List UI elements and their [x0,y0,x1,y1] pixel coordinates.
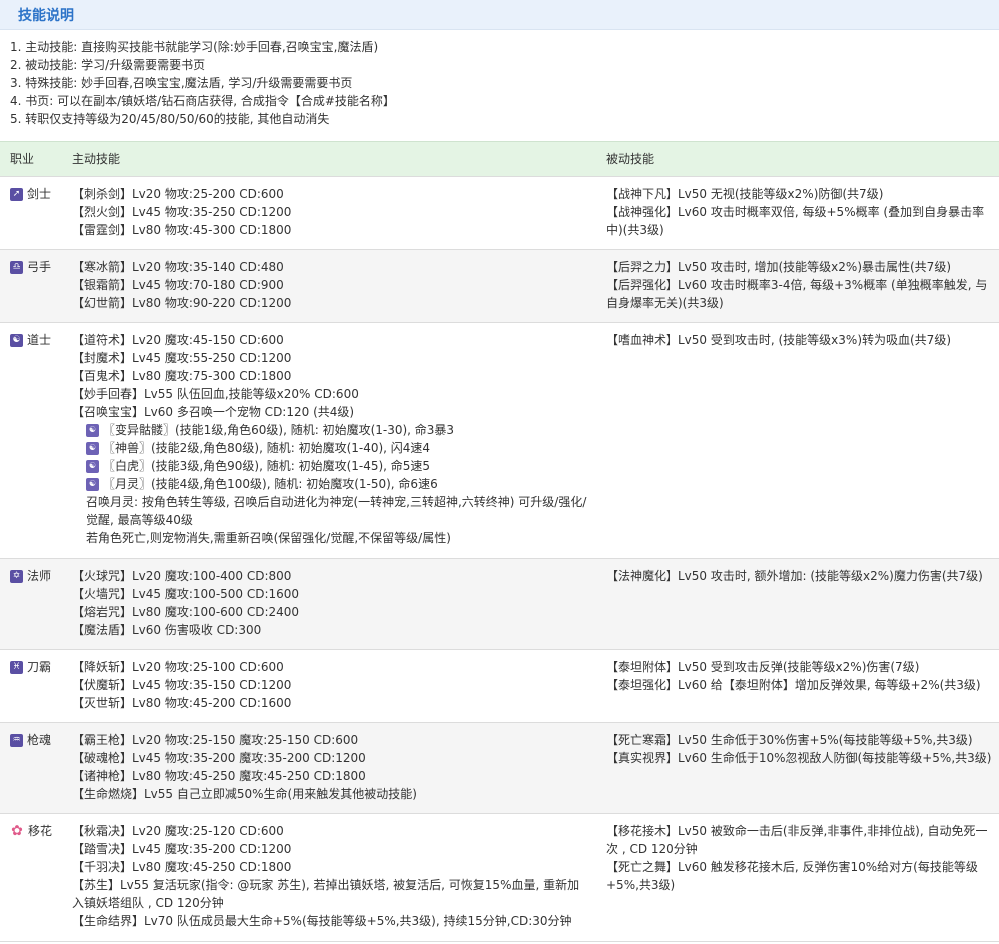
pet-icon: ☯ [86,477,99,491]
active-skill: 【寒冰箭】Lv20 物攻:35-140 CD:480 [72,260,284,274]
table-row: ♓ 刀霸 【降妖斩】Lv20 物攻:25-100 CD:600 【伏魔斩】Lv4… [0,650,999,723]
active-skill: 【百鬼术】Lv80 魔攻:75-300 CD:1800 [72,369,292,383]
job-name: 刀霸 [27,660,52,674]
job-name: 枪魂 [27,733,52,747]
active-skill: 【苏生】Lv55 复活玩家(指令: @玩家 苏生), 若掉出镇妖塔, 被复活后,… [72,878,580,910]
active-skill: 【道符术】Lv20 魔攻:45-150 CD:600 [72,333,284,347]
job-name: 弓手 [27,260,52,274]
job-cell: ✿ 移花 [10,822,52,840]
active-skill: 【妙手回春】Lv55 队伍回血,技能等级x20% CD:600 [72,387,359,401]
table-header: 职业 主动技能 被动技能 [0,141,999,177]
active-skill: 【诸神枪】Lv80 物攻:45-250 魔攻:45-250 CD:1800 [72,769,366,783]
pet-text: 〖神兽〗(技能2级,角色80级), 随机: 初始魔攻(1-40), 闪4速4 [103,441,431,455]
job-name: 法师 [27,569,52,583]
note-item: 2. 被动技能: 学习/升级需要需要书页 [10,58,206,72]
table-row: ✿ 移花 【秋霜决】Lv20 魔攻:25-120 CD:600 【踏雪决】Lv4… [0,814,999,942]
job-cell: ✡ 法师 [10,567,51,585]
passive-skill: 【后羿强化】Lv60 攻击时概率3-4倍, 每级+3%概率 (单独概率触发, 与… [606,278,988,310]
active-skill: 【霸王枪】Lv20 物攻:25-150 魔攻:25-150 CD:600 [72,733,359,747]
bow-icon: ♎ [10,260,23,274]
pet-icon: ☯ [86,459,99,473]
header-passive: 被动技能 [606,152,655,166]
active-skill: 【降妖斩】Lv20 物攻:25-100 CD:600 [72,660,284,674]
active-skill: 【召唤宝宝】Lv60 多召唤一个宠物 CD:120 (共4级) [72,405,355,419]
active-skill: 【熔岩咒】Lv80 魔攻:100-600 CD:2400 [72,605,300,619]
passive-skill: 【后羿之力】Lv50 攻击时, 增加(技能等级x2%)暴击属性(共7级) [606,260,952,274]
pet-text: 〖变异骷髅〗(技能1级,角色60级), 随机: 初始魔攻(1-30), 命3暴3 [103,423,455,437]
job-cell: ➚ 剑士 [10,185,51,203]
pet-icon: ☯ [86,423,99,437]
active-skill: 【秋霜决】Lv20 魔攻:25-120 CD:600 [72,824,284,838]
job-cell: ♓ 刀霸 [10,658,51,676]
active-skill: 【刺杀剑】Lv20 物攻:25-200 CD:600 [72,187,284,201]
job-name: 剑士 [27,187,52,201]
blade-icon: ♓ [10,660,23,674]
note-item: 3. 特殊技能: 妙手回春,召唤宝宝,魔法盾, 学习/升级需要需要书页 [10,76,353,90]
sword-icon: ➚ [10,187,23,201]
pet-text: 〖月灵〗(技能4级,角色100级), 随机: 初始魔攻(1-50), 命6速6 [103,477,438,491]
active-skill: 【雷霆剑】Lv80 物攻:45-300 CD:1800 [72,223,292,237]
job-cell: ♒ 枪魂 [10,731,51,749]
note-item: 5. 转职仅支持等级为20/45/80/50/60的技能, 其他自动消失 [10,112,330,126]
active-skill: 【伏魔斩】Lv45 物攻:35-150 CD:1200 [72,678,292,692]
job-cell: ☯ 道士 [10,331,51,349]
job-cell: ♎ 弓手 [10,258,51,276]
summon-note: 召唤月灵: 按角色转生等级, 召唤后自动进化为神宠(一转神宠,三转超神,六转终神… [86,495,587,527]
passive-skill: 【死亡寒霜】Lv50 生命低于30%伤害+5%(每技能等级+5%,共3级) [606,733,973,747]
passive-skill: 【战神强化】Lv60 攻击时概率双倍, 每级+5%概率 (叠加到自身暴击率中)(… [606,205,985,237]
active-skill: 【火球咒】Lv20 魔攻:100-400 CD:800 [72,569,292,583]
passive-skill: 【真实视界】Lv60 生命低于10%忽视敌人防御(每技能等级+5%,共3级) [606,751,992,765]
active-skill: 【火墙咒】Lv45 魔攻:100-500 CD:1600 [72,587,300,601]
passive-skill: 【移花接木】Lv50 被致命一击后(非反弹,非事件,非排位战), 自动免死一次 … [606,824,988,856]
header-job: 职业 [10,152,35,166]
mage-icon: ✡ [10,569,23,583]
passive-skill: 【战神下凡】Lv50 无视(技能等级x2%)防御(共7级) [606,187,884,201]
section-title-bar: 技能说明 [0,0,999,30]
table-row: ♒ 枪魂 【霸王枪】Lv20 物攻:25-150 魔攻:25-150 CD:60… [0,723,999,814]
table-row: ♎ 弓手 【寒冰箭】Lv20 物攻:35-140 CD:480 【银霜箭】Lv4… [0,250,999,323]
passive-skill: 【死亡之舞】Lv60 触发移花接木后, 反弹伤害10%给对方(每技能等级+5%,… [606,860,978,892]
active-skill: 【踏雪决】Lv45 魔攻:35-200 CD:1200 [72,842,292,856]
table-row: ✡ 法师 【火球咒】Lv20 魔攻:100-400 CD:800 【火墙咒】Lv… [0,559,999,650]
active-skill: 【魔法盾】Lv60 伤害吸收 CD:300 [72,623,262,637]
taoist-icon: ☯ [10,333,23,347]
notes-list: 1. 主动技能: 直接购买技能书就能学习(除:妙手回春,召唤宝宝,魔法盾) 2.… [0,30,999,138]
passive-skill: 【嗜血神术】Lv50 受到攻击时, (技能等级x3%)转为吸血(共7级) [606,333,952,347]
table-row: ➚ 剑士 【刺杀剑】Lv20 物攻:25-200 CD:600 【烈火剑】Lv4… [0,177,999,250]
active-skill: 【封魔术】Lv45 魔攻:55-250 CD:1200 [72,351,292,365]
summon-note: 若角色死亡,则宠物消失,需重新召唤(保留强化/觉醒,不保留等级/属性) [86,531,451,545]
pet-icon: ☯ [86,441,99,455]
header-active: 主动技能 [72,152,121,166]
pet-item: ☯ 〖变异骷髅〗(技能1级,角色60级), 随机: 初始魔攻(1-30), 命3暴… [72,421,592,439]
pet-item: ☯ 〖月灵〗(技能4级,角色100级), 随机: 初始魔攻(1-50), 命6速6 [72,475,592,493]
pet-text: 〖白虎〗(技能3级,角色90级), 随机: 初始魔攻(1-45), 命5速5 [103,459,431,473]
active-skill: 【千羽决】Lv80 魔攻:45-250 CD:1800 [72,860,292,874]
note-item: 1. 主动技能: 直接购买技能书就能学习(除:妙手回春,召唤宝宝,魔法盾) [10,40,379,54]
passive-skill: 【泰坦强化】Lv60 给【泰坦附体】增加反弹效果, 每等级+2%(共3级) [606,678,981,692]
flower-icon: ✿ [11,823,23,839]
job-name: 移花 [28,824,53,838]
pet-item: ☯ 〖白虎〗(技能3级,角色90级), 随机: 初始魔攻(1-45), 命5速5 [72,457,592,475]
table-row: ☯ 道士 【道符术】Lv20 魔攻:45-150 CD:600 【封魔术】Lv4… [0,323,999,559]
spear-icon: ♒ [10,733,23,747]
page-title: 技能说明 [18,7,74,24]
note-item: 4. 书页: 可以在副本/镇妖塔/钻石商店获得, 合成指令【合成#技能名称】 [10,94,395,108]
pet-item: ☯ 〖神兽〗(技能2级,角色80级), 随机: 初始魔攻(1-40), 闪4速4 [72,439,592,457]
active-skill: 【生命结界】Lv70 队伍成员最大生命+5%(每技能等级+5%,共3级), 持续… [72,914,572,928]
active-skill: 【破魂枪】Lv45 物攻:35-200 魔攻:35-200 CD:1200 [72,751,366,765]
active-skill: 【幻世箭】Lv80 物攻:90-220 CD:1200 [72,296,292,310]
active-skill: 【银霜箭】Lv45 物攻:70-180 CD:900 [72,278,284,292]
passive-skill: 【泰坦附体】Lv50 受到攻击反弹(技能等级x2%)伤害(7级) [606,660,920,674]
skills-table: 职业 主动技能 被动技能 ➚ 剑士 【刺杀剑】Lv20 物攻:25-200 CD… [0,141,999,942]
active-skill: 【生命燃烧】Lv55 自己立即减50%生命(用来触发其他被动技能) [72,787,417,801]
active-skill: 【灭世斩】Lv80 物攻:45-200 CD:1600 [72,696,292,710]
job-name: 道士 [27,333,52,347]
active-skill: 【烈火剑】Lv45 物攻:35-250 CD:1200 [72,205,292,219]
passive-skill: 【法神魔化】Lv50 攻击时, 额外增加: (技能等级x2%)魔力伤害(共7级) [606,569,983,583]
